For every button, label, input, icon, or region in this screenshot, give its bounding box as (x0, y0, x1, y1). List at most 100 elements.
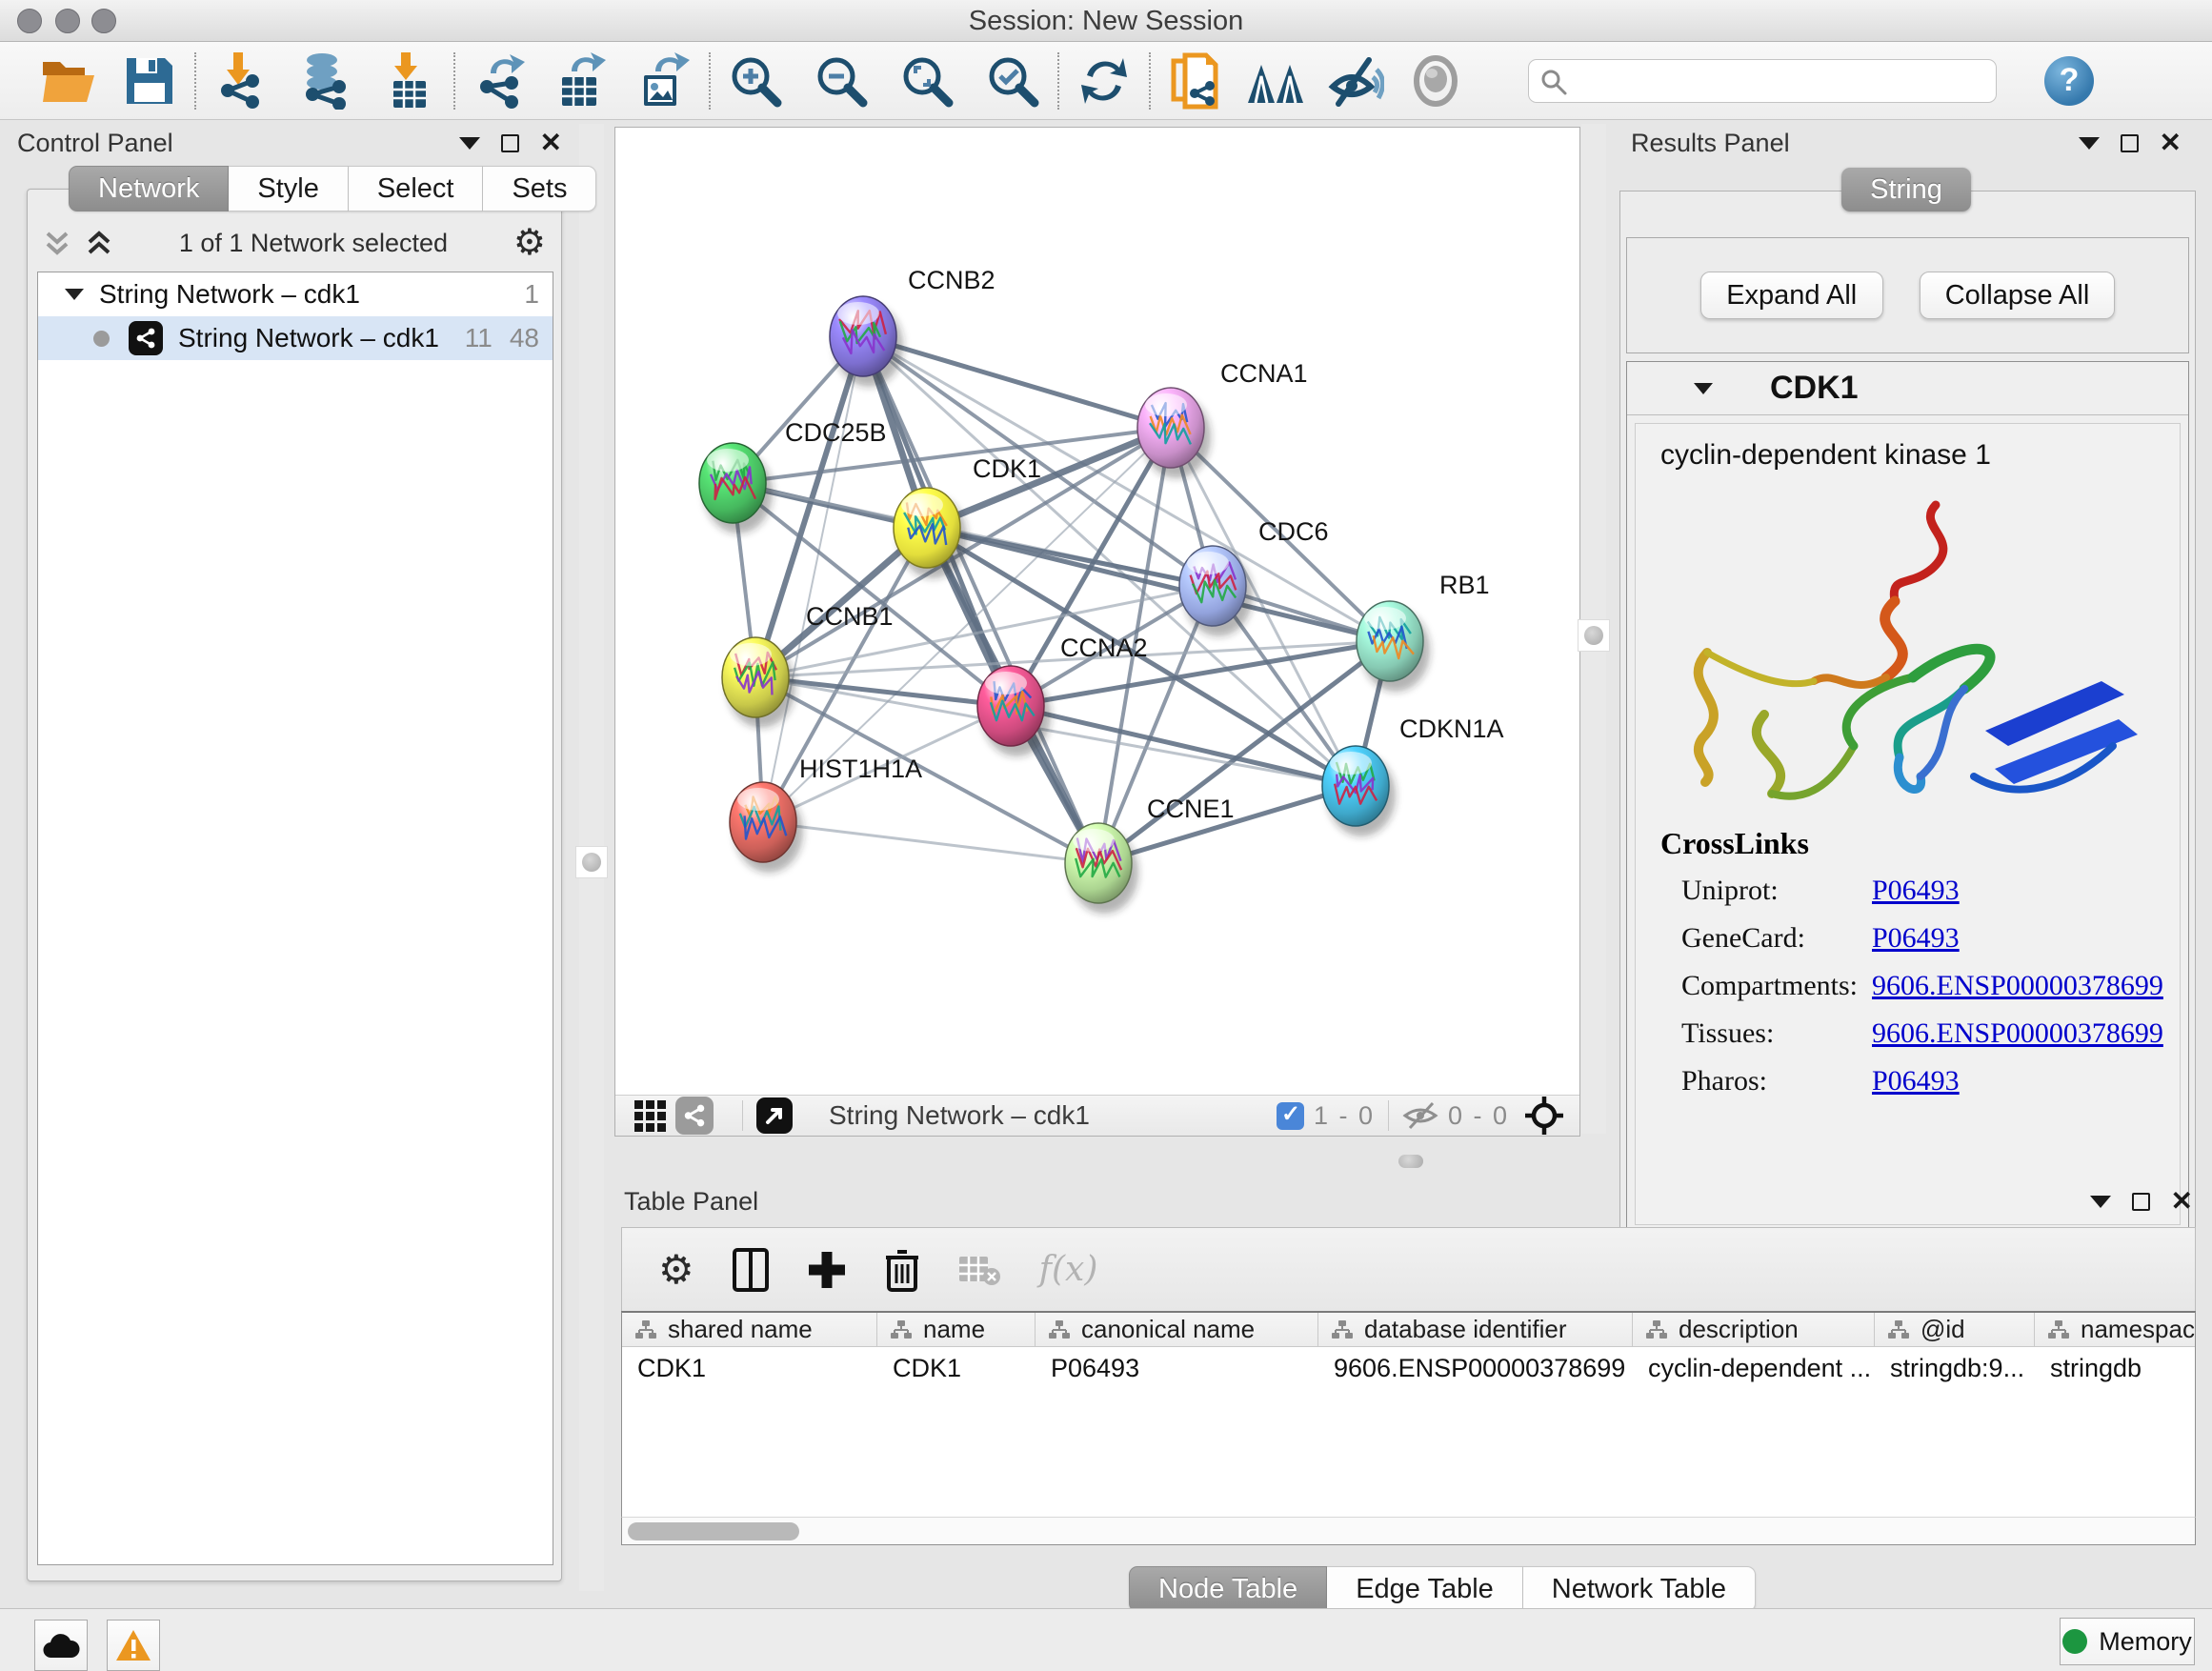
crosslink-label: Pharos: (1660, 1065, 1872, 1097)
network-edge[interactable] (763, 336, 863, 822)
network-collection-row[interactable]: String Network – cdk1 1 (38, 272, 553, 316)
network-node-CCNE1[interactable]: CCNE1 (1065, 795, 1235, 914)
horizontal-splitter-handle[interactable] (1398, 1155, 1423, 1168)
network-edge[interactable] (863, 336, 1390, 641)
tab-network[interactable]: Network (69, 166, 229, 211)
import-network-from-database-icon[interactable] (295, 51, 354, 111)
tab-string[interactable]: String (1841, 168, 1971, 211)
title-bar: Session: New Session (0, 0, 2212, 42)
table-hscrollbar[interactable] (621, 1517, 2196, 1545)
column-header-shared-name[interactable]: shared name (622, 1313, 877, 1346)
create-column-icon[interactable] (807, 1250, 847, 1290)
crosslink-link[interactable]: 9606.ENSP00000378699 (1872, 1017, 2163, 1050)
crosslink-link[interactable]: P06493 (1872, 1065, 1960, 1097)
table-cell[interactable]: CDK1 (877, 1354, 1036, 1383)
collapse-all-networks-icon[interactable] (43, 228, 71, 258)
collection-expander-icon[interactable] (65, 289, 84, 300)
left-splitter-handle[interactable] (575, 846, 608, 878)
export-table-icon[interactable] (553, 51, 612, 111)
column-header-@id[interactable]: @id (1875, 1313, 2035, 1346)
network-edge[interactable] (1011, 706, 1356, 786)
network-view-type-icon[interactable] (675, 1097, 714, 1135)
save-session-icon[interactable] (120, 51, 179, 111)
network-node-CCNA1[interactable]: CCNA1 (1137, 359, 1308, 478)
panel-float-icon[interactable] (2121, 134, 2139, 152)
birds-eye-view-icon[interactable] (1524, 1096, 1564, 1136)
network-row[interactable]: String Network – cdk1 11 48 (38, 316, 553, 360)
gene-section-header[interactable]: CDK1 (1627, 362, 2188, 415)
column-header-namespac[interactable]: namespac (2035, 1313, 2196, 1346)
panel-close-icon[interactable]: ✕ (2160, 130, 2182, 156)
network-edge[interactable] (863, 336, 1098, 863)
table-cell[interactable]: cyclin-dependent ... (1633, 1354, 1875, 1383)
crosslink-link[interactable]: P06493 (1872, 875, 1960, 907)
network-canvas[interactable]: CCNB2CCNA1CDC25BCDK1CDC6RB1CCNB1CCNA2CDK… (615, 128, 1579, 1095)
delete-column-icon[interactable] (885, 1248, 919, 1292)
panel-float-icon[interactable] (2132, 1193, 2150, 1211)
help-button[interactable]: ? (2044, 56, 2094, 106)
table-options-gear-icon[interactable]: ⚙ (658, 1250, 694, 1290)
panel-close-icon[interactable]: ✕ (540, 130, 562, 156)
section-expander-icon[interactable] (1694, 383, 1713, 394)
network-node-RB1[interactable]: RB1 (1357, 571, 1490, 692)
crosslink-link[interactable]: P06493 (1872, 922, 1960, 955)
network-overview-icon[interactable] (1246, 51, 1305, 111)
table-row[interactable]: CDK1CDK1P064939606.ENSP00000378699cyclin… (622, 1347, 2195, 1389)
table-cell[interactable]: stringdb (2035, 1354, 2196, 1383)
column-header-name[interactable]: name (877, 1313, 1036, 1346)
tab-node-table[interactable]: Node Table (1129, 1566, 1327, 1612)
table-cell[interactable]: P06493 (1036, 1354, 1318, 1383)
tab-style[interactable]: Style (229, 166, 348, 211)
tab-select[interactable]: Select (349, 166, 484, 211)
expand-all-button[interactable]: Expand All (1700, 272, 1883, 319)
network-node-CDKN1A[interactable]: CDKN1A (1322, 715, 1504, 836)
show-all-icon[interactable] (1406, 51, 1465, 111)
column-header-canonical-name[interactable]: canonical name (1036, 1313, 1318, 1346)
network-edge[interactable] (863, 336, 1171, 428)
detach-view-icon[interactable] (756, 1097, 793, 1134)
tab-sets[interactable]: Sets (483, 166, 596, 211)
cloud-status-button[interactable] (34, 1620, 88, 1671)
duplicate-network-icon[interactable] (1166, 51, 1225, 111)
right-splitter-handle[interactable] (1578, 619, 1610, 652)
search-input[interactable] (1528, 59, 1997, 103)
zoom-selected-icon[interactable] (983, 51, 1042, 111)
node-label-CCNA1: CCNA1 (1220, 359, 1308, 388)
zoom-in-icon[interactable] (726, 51, 785, 111)
zoom-out-icon[interactable] (812, 51, 871, 111)
table-cell[interactable]: stringdb:9... (1875, 1354, 2035, 1383)
tab-edge-table[interactable]: Edge Table (1327, 1566, 1523, 1612)
selected-nodes-checkbox-icon[interactable] (1277, 1102, 1304, 1130)
zoom-fit-icon[interactable] (897, 51, 956, 111)
warning-status-button[interactable] (107, 1620, 160, 1671)
panel-float-icon[interactable] (501, 134, 519, 152)
node-label-CDC6: CDC6 (1258, 517, 1329, 546)
tab-network-table[interactable]: Network Table (1523, 1566, 1756, 1612)
export-image-icon[interactable] (634, 51, 694, 111)
panel-menu-icon[interactable] (2079, 137, 2100, 150)
table-cell[interactable]: 9606.ENSP00000378699 (1318, 1354, 1633, 1383)
panel-menu-icon[interactable] (459, 137, 480, 150)
grid-view-icon[interactable] (634, 1100, 666, 1132)
left-splitter[interactable] (579, 124, 604, 1591)
show-columns-icon[interactable] (733, 1248, 769, 1292)
crosslink-link[interactable]: 9606.ENSP00000378699 (1872, 970, 2163, 1002)
export-network-icon[interactable] (471, 51, 530, 111)
column-header-description[interactable]: description (1633, 1313, 1875, 1346)
table-hscrollbar-thumb[interactable] (628, 1522, 799, 1540)
memory-button[interactable]: Memory (2060, 1618, 2195, 1665)
open-session-icon[interactable] (40, 51, 99, 111)
hide-selected-icon[interactable] (1326, 51, 1385, 111)
right-splitter[interactable] (1581, 124, 1606, 1134)
import-table-icon[interactable] (379, 51, 438, 111)
column-header-database-identifier[interactable]: database identifier (1318, 1313, 1633, 1346)
import-network-icon[interactable] (211, 51, 271, 111)
panel-menu-icon[interactable] (2090, 1196, 2111, 1208)
apply-layout-icon[interactable] (1075, 51, 1134, 111)
panel-close-icon[interactable]: ✕ (2171, 1188, 2193, 1215)
table-cell[interactable]: CDK1 (622, 1354, 877, 1383)
network-options-gear-icon[interactable]: ⚙ (513, 225, 546, 261)
collapse-all-button[interactable]: Collapse All (1920, 272, 2116, 319)
expand-all-networks-icon[interactable] (85, 228, 113, 258)
network-edge[interactable] (763, 822, 1098, 863)
